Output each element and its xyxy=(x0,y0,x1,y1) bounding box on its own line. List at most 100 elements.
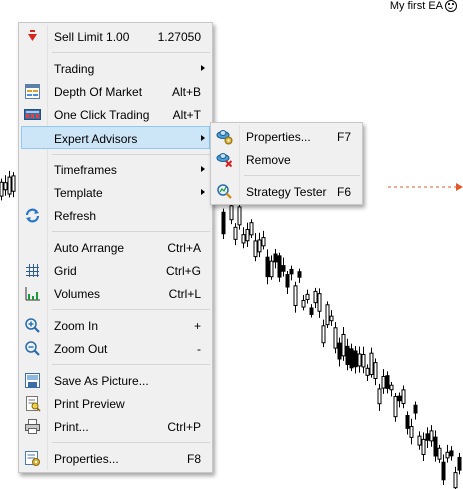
ea-properties-icon xyxy=(216,130,233,145)
candle-body xyxy=(281,265,286,272)
submenu-item-ea-remove[interactable]: Remove xyxy=(213,149,360,170)
candle-body xyxy=(417,435,422,446)
candle-body xyxy=(233,226,238,240)
menu-item-template[interactable]: Template xyxy=(21,182,210,203)
menu-item-zoom-in[interactable]: Zoom In + xyxy=(21,315,210,336)
menu-item-label: Zoom In xyxy=(54,319,99,333)
submenu-item-strategy-tester[interactable]: Strategy Tester F6 xyxy=(213,181,360,202)
menu-item-shortcut: Alt+T xyxy=(172,108,201,122)
candle-body xyxy=(445,451,450,459)
menu-separator xyxy=(52,442,210,443)
menu-item-one-click-trading[interactable]: One Click Trading Alt+T xyxy=(21,104,210,125)
submenu-arrow-icon xyxy=(201,166,205,172)
candle-body xyxy=(277,255,282,278)
candle-body xyxy=(377,388,382,405)
candle-body xyxy=(405,415,410,429)
zoom-out-icon xyxy=(25,341,40,356)
candle-body xyxy=(309,307,314,315)
grid-icon xyxy=(26,264,39,277)
ea-remove-icon xyxy=(216,153,233,168)
menu-item-shortcut: - xyxy=(197,342,201,356)
menu-separator xyxy=(52,52,210,53)
menu-item-shortcut: F6 xyxy=(336,185,351,199)
menu-item-label: Refresh xyxy=(54,209,97,223)
menu-item-zoom-out[interactable]: Zoom Out - xyxy=(21,338,210,359)
menu-item-label: Auto Arrange xyxy=(54,241,125,255)
menu-item-label: Sell Limit 1.00 xyxy=(54,30,130,44)
submenu-arrow-icon xyxy=(201,65,205,71)
candle-body xyxy=(457,456,462,471)
candle-body xyxy=(249,222,254,236)
candle-body xyxy=(229,205,234,221)
candle-body xyxy=(293,285,298,307)
menu-separator xyxy=(52,231,210,232)
menu-item-shortcut: Ctrl+P xyxy=(167,420,201,434)
candle-body xyxy=(397,395,402,402)
submenu-arrow-icon xyxy=(201,135,205,141)
menu-item-depth-of-market[interactable]: Depth Of Market Alt+B xyxy=(21,81,210,102)
expert-advisors-submenu: Properties... F7 Remove Strategy Tester … xyxy=(210,122,363,205)
candle-body xyxy=(381,376,386,389)
menu-item-label: Properties... xyxy=(246,130,311,144)
menu-item-grid[interactable]: Grid Ctrl+G xyxy=(21,260,210,281)
candle-body xyxy=(237,206,242,226)
print-preview-icon xyxy=(26,396,41,412)
menu-item-expert-advisors[interactable]: Expert Advisors xyxy=(21,126,210,149)
candle-body xyxy=(429,430,434,442)
candle-body xyxy=(261,237,266,247)
candle-body xyxy=(449,450,454,457)
depth-of-market-icon xyxy=(25,84,40,99)
candle-body xyxy=(313,290,318,304)
candle-body xyxy=(7,176,12,195)
menu-item-save-as-picture[interactable]: Save As Picture... xyxy=(21,370,210,391)
menu-item-print-preview[interactable]: Print Preview xyxy=(21,393,210,414)
menu-item-shortcut: F8 xyxy=(186,452,201,466)
candle-body xyxy=(361,354,366,368)
menu-item-price: 1.27050 xyxy=(157,30,201,44)
save-picture-icon xyxy=(25,373,40,388)
candle-body xyxy=(389,384,394,391)
sell-arrow-icon xyxy=(28,30,37,41)
candle-body xyxy=(349,348,354,369)
menu-item-auto-arrange[interactable]: Auto Arrange Ctrl+A xyxy=(21,237,210,258)
candle-body xyxy=(341,333,346,357)
menu-item-label: Print Preview xyxy=(54,397,125,411)
menu-item-trading[interactable]: Trading xyxy=(21,58,210,79)
candle-body xyxy=(329,315,334,322)
candle-body xyxy=(409,426,414,438)
menu-item-refresh[interactable]: Refresh xyxy=(21,205,210,226)
candle-body xyxy=(437,447,442,460)
menu-separator xyxy=(52,154,210,155)
menu-item-timeframes[interactable]: Timeframes xyxy=(21,159,210,180)
candle-body xyxy=(3,182,8,191)
menu-item-label: Remove xyxy=(246,153,291,167)
candle-body xyxy=(453,472,458,489)
candle-body xyxy=(289,268,294,275)
candle-body xyxy=(369,352,374,375)
menu-item-sell-limit[interactable]: Sell Limit 1.00 1.27050 xyxy=(21,26,210,47)
candle-body xyxy=(297,271,302,278)
candle-body xyxy=(337,342,342,360)
candle-body xyxy=(425,433,430,441)
menu-separator xyxy=(244,175,360,176)
candle-body xyxy=(421,438,426,456)
menu-item-shortcut: Ctrl+L xyxy=(168,287,201,301)
menu-item-label: Save As Picture... xyxy=(54,374,149,388)
candle-body xyxy=(325,304,330,326)
submenu-item-ea-properties[interactable]: Properties... F7 xyxy=(213,126,360,147)
candle-body xyxy=(413,404,418,414)
candle-body xyxy=(321,325,326,344)
candle-body xyxy=(353,350,358,368)
candle-body xyxy=(317,293,322,312)
order-level-arrow xyxy=(456,183,463,191)
zoom-in-icon xyxy=(25,318,40,333)
menu-item-properties[interactable]: Properties... F8 xyxy=(21,448,210,469)
expert-advisor-name: My first EA xyxy=(389,0,443,12)
menu-item-label: Grid xyxy=(54,264,77,278)
menu-item-label: Strategy Tester xyxy=(246,185,327,199)
menu-item-volumes[interactable]: Volumes Ctrl+L xyxy=(21,283,210,304)
menu-item-shortcut: Alt+B xyxy=(171,85,201,99)
candle-body xyxy=(333,327,338,349)
menu-item-print[interactable]: Print... Ctrl+P xyxy=(21,416,210,437)
smiley-icon xyxy=(445,0,457,12)
